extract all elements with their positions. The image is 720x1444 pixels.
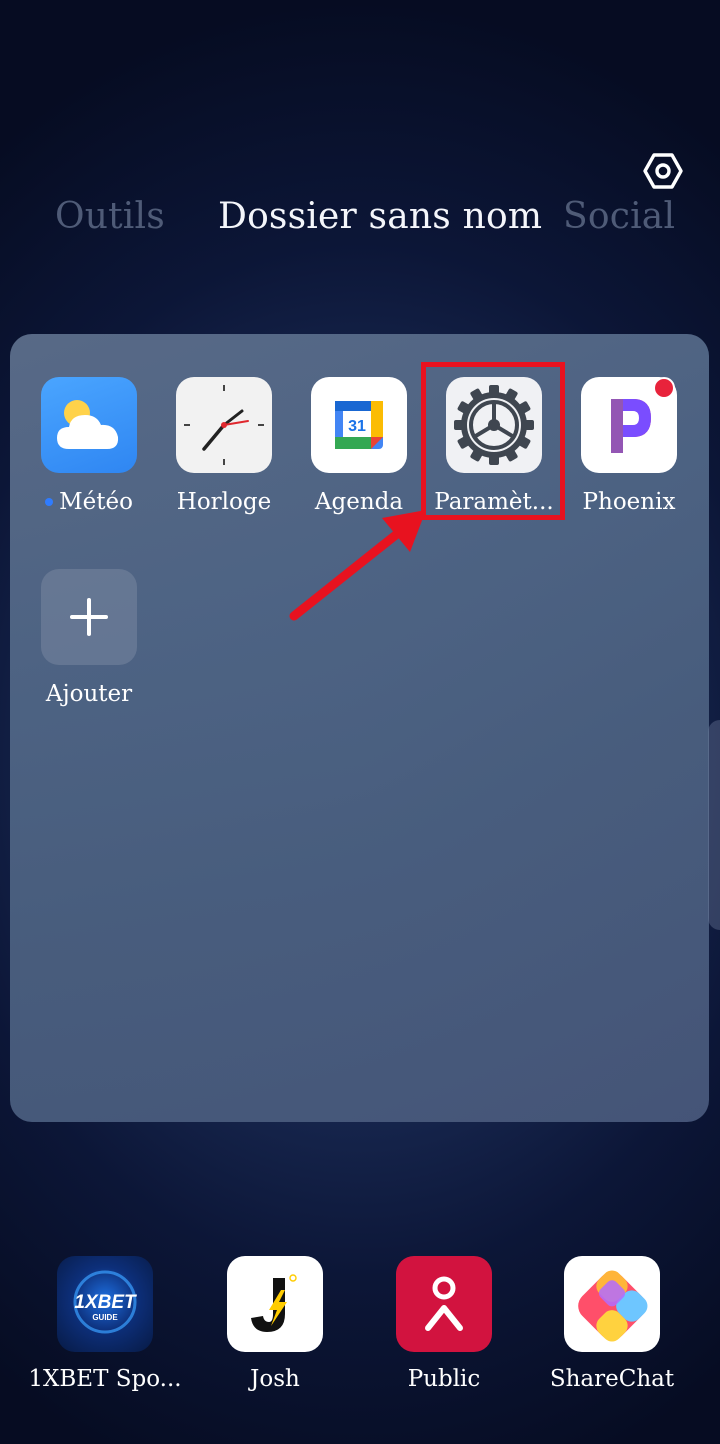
side-scroll-handle[interactable] [708, 720, 720, 930]
app-label: Météo [59, 489, 133, 515]
app-label: Paramèt... [434, 489, 554, 515]
app-horloge[interactable]: Horloge [159, 377, 289, 515]
hexagon-settings-icon [643, 153, 683, 189]
app-label: Horloge [176, 489, 272, 515]
app-agenda[interactable]: 31 Agenda [294, 377, 424, 515]
tab-outils[interactable]: Outils [55, 196, 165, 237]
1xbet-icon: 1XBET GUIDE [57, 1256, 153, 1352]
app-parametres[interactable]: Paramèt... [429, 377, 559, 515]
folder-settings-button[interactable] [640, 148, 686, 194]
settings-gear-icon [446, 377, 542, 473]
app-meteo[interactable]: Météo [24, 377, 154, 515]
dock-app-sharechat[interactable]: ShareChat [527, 1256, 697, 1392]
dock-app-public[interactable]: Public [359, 1256, 529, 1392]
clock-icon [176, 377, 272, 473]
weather-cloud-icon [41, 377, 137, 473]
app-label: Agenda [314, 489, 404, 515]
dock-app-1xbet[interactable]: 1XBET GUIDE 1XBET Spo... [20, 1256, 190, 1392]
app-phoenix[interactable]: Phoenix [564, 377, 694, 515]
folder-tabs: Outils Dossier sans nom Social [0, 196, 720, 252]
plus-icon [41, 569, 137, 665]
josh-icon [227, 1256, 323, 1352]
public-icon [396, 1256, 492, 1352]
app-label: 1XBET Spo... [28, 1366, 182, 1392]
tab-dossier-sans-nom[interactable]: Dossier sans nom [218, 196, 542, 237]
tab-social[interactable]: Social [563, 196, 675, 237]
dock-app-josh[interactable]: Josh [190, 1256, 360, 1392]
app-label: ShareChat [549, 1366, 675, 1392]
app-label: Phoenix [582, 489, 676, 515]
add-app-button[interactable]: Ajouter [24, 569, 154, 707]
sharechat-icon [564, 1256, 660, 1352]
calendar-icon: 31 [311, 377, 407, 473]
1xbet-logo-subtext: GUIDE [92, 1313, 118, 1322]
app-label: Ajouter [45, 681, 133, 707]
update-status-dot [45, 498, 54, 506]
calendar-date-text: 31 [348, 418, 366, 435]
app-label: Public [407, 1366, 481, 1392]
notification-badge [653, 377, 675, 399]
app-label: Josh [250, 1366, 300, 1392]
1xbet-logo-text: 1XBET [74, 1292, 137, 1313]
